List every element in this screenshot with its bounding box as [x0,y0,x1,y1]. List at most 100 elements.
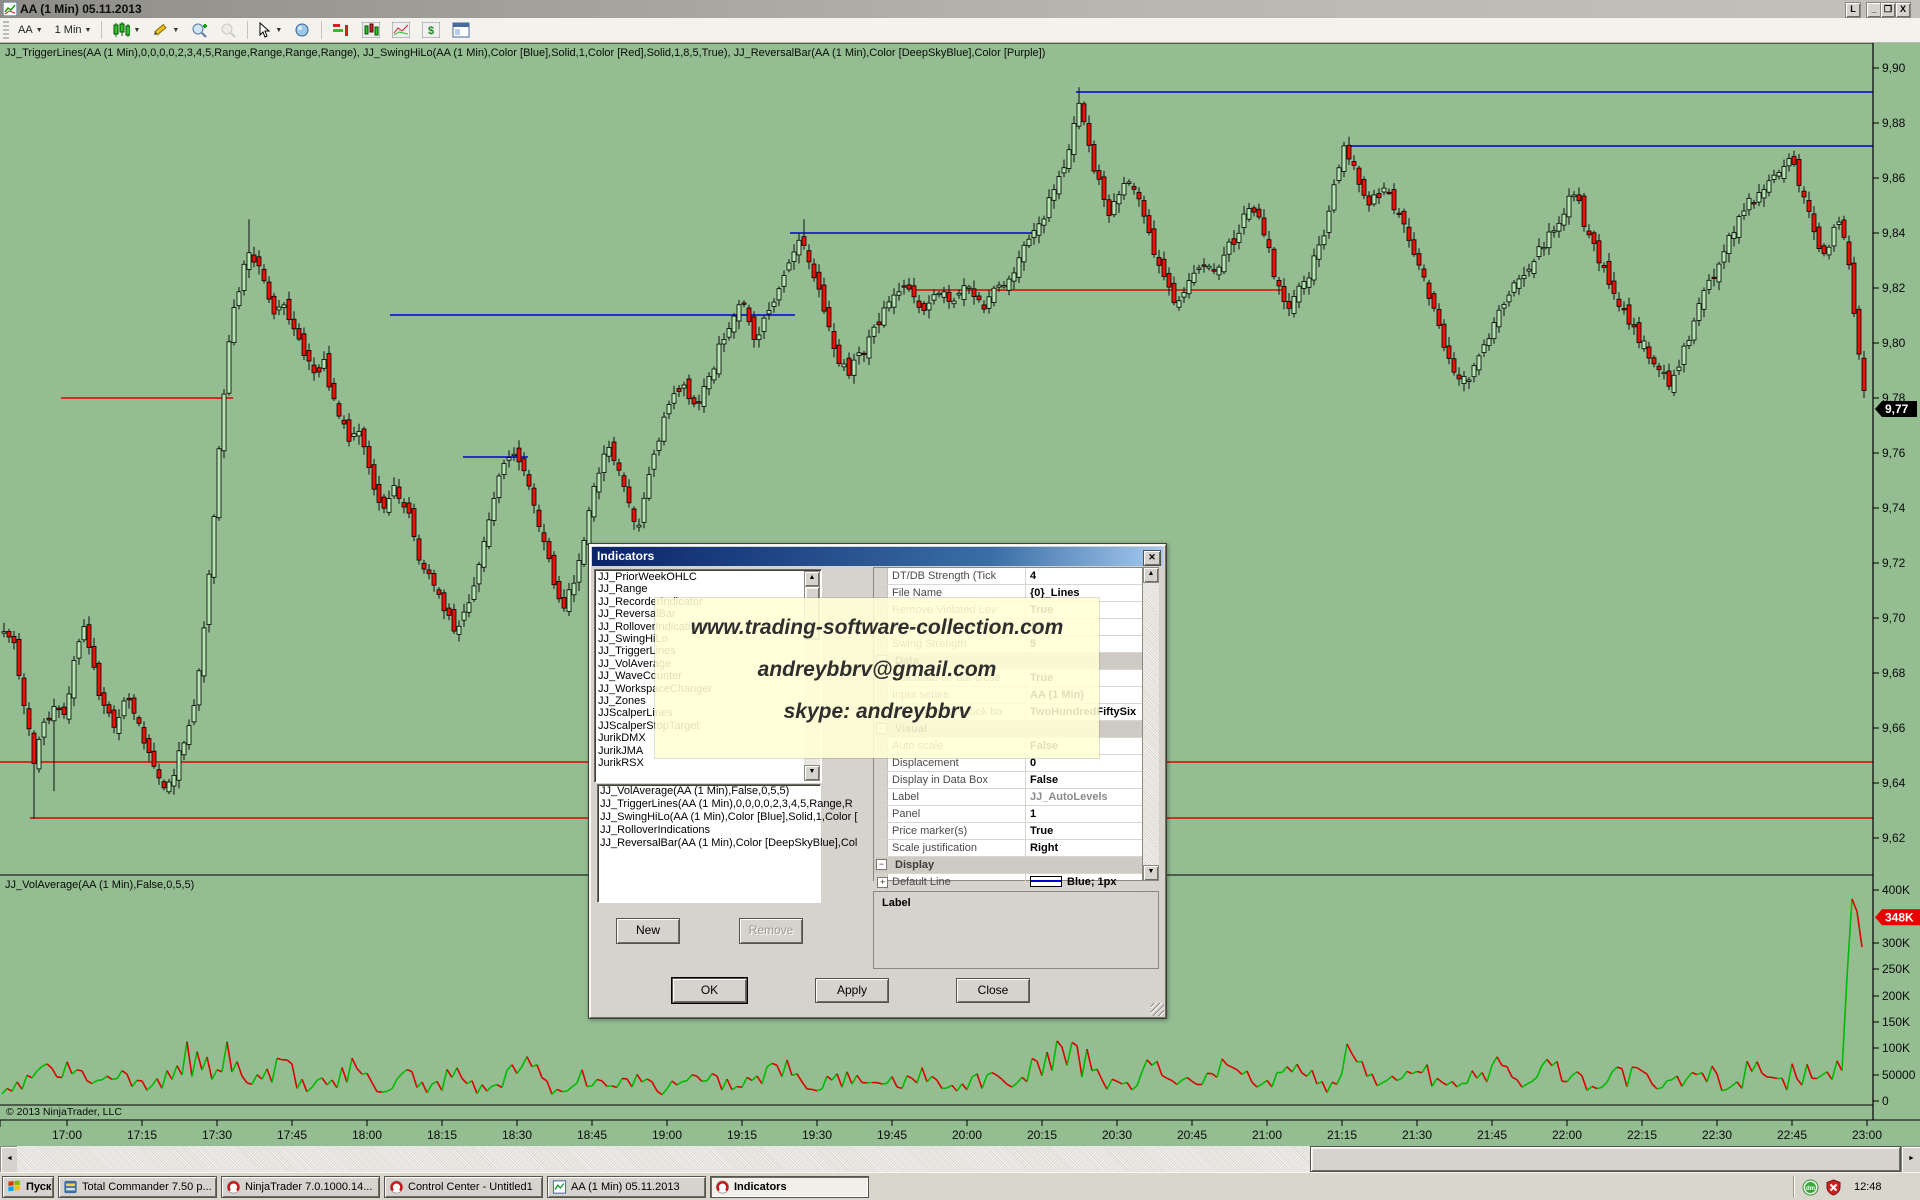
dialog-titlebar[interactable]: Indicators [592,547,1163,566]
line-color-swatch [1030,876,1062,887]
download-master-icon[interactable]: dm [1802,1179,1819,1196]
taskbar-clock: 12:48 [1854,1181,1882,1193]
security-alert-icon[interactable] [1825,1179,1842,1196]
scrollbar-thumb[interactable] [1310,1146,1901,1172]
ninjatrader-icon [226,1180,241,1194]
svg-text:20:45: 20:45 [1177,1128,1207,1142]
instrument-value: AA [18,24,33,36]
configured-indicator-item[interactable]: JJ_VolAverage(AA (1 Min),False,0,5,5) [598,785,820,798]
close-button[interactable]: X [1895,2,1911,18]
start-button[interactable]: Пуск [2,1176,54,1198]
svg-text:$: $ [428,25,434,37]
property-row[interactable]: LabelJJ_AutoLevels [874,789,1142,806]
configured-indicator-item[interactable]: JJ_SwingHiLo(AA (1 Min),Color [Blue],Sol… [598,811,820,824]
taskbar-item-total-commander[interactable]: Total Commander 7.50 p... [58,1176,217,1198]
zoom-in-button[interactable] [186,19,213,41]
close-button[interactable]: Close [956,978,1030,1003]
new-button[interactable]: New [616,918,680,944]
ok-button[interactable]: OK [672,978,747,1003]
scroll-up-icon[interactable]: ▲ [1143,567,1159,583]
instrument-dropdown[interactable]: AA▼ [13,19,48,41]
available-indicator-item[interactable]: JJ_PriorWeekOHLC [596,571,804,583]
configured-indicator-item[interactable]: JJ_RolloverIndications [598,824,820,837]
svg-text:21:45: 21:45 [1477,1128,1507,1142]
svg-text:dm: dm [1806,1186,1815,1192]
svg-text:100K: 100K [1882,1041,1910,1055]
toolbar-separator [247,21,248,39]
dialog-close-icon[interactable]: ✕ [1143,550,1161,566]
svg-text:17:30: 17:30 [202,1128,232,1142]
svg-text:17:00: 17:00 [52,1128,82,1142]
property-row[interactable]: Display in Data BoxFalse [874,772,1142,789]
toolbar-grip[interactable] [3,21,9,39]
chart-style-dropdown[interactable]: ▼ [107,19,145,41]
svg-text:9,70: 9,70 [1882,611,1906,625]
account-button[interactable]: $ [417,19,445,41]
property-row[interactable]: Scale justificationRight [874,840,1142,857]
taskbar-item-ninjatrader[interactable]: NinjaTrader 7.0.1000.14... [221,1176,380,1198]
svg-text:150K: 150K [1882,1015,1910,1029]
svg-text:18:30: 18:30 [502,1128,532,1142]
svg-text:9,64: 9,64 [1882,776,1906,790]
svg-text:348K: 348K [1885,910,1914,924]
taskbar-item-label: Control Center - Untitled1 [408,1181,533,1193]
chevron-down-icon: ▼ [36,27,43,34]
configured-indicators-list[interactable]: JJ_VolAverage(AA (1 Min),False,0,5,5)JJ_… [597,784,821,903]
svg-text:9,88: 9,88 [1882,116,1906,130]
scroll-down-icon[interactable]: ▼ [1143,865,1159,881]
mini-candles-icon [362,22,380,38]
resize-grip[interactable] [1151,1003,1164,1016]
watermark-line: skype: andreybbrv [655,700,1099,724]
draw-tool-dropdown[interactable]: ▼ [147,19,184,41]
expand-icon[interactable]: + [877,877,888,888]
configured-indicator-item[interactable]: JJ_TriggerLines(AA (1 Min),0,0,0,0,2,3,4… [598,798,820,811]
bars-panel-button[interactable] [327,19,355,41]
property-row[interactable]: DT/DB Strength (Tick4 [874,568,1142,585]
volume-panel-label: JJ_VolAverage(AA (1 Min),False,0,5,5) [5,879,194,891]
scrollbar-track[interactable] [17,1146,1310,1172]
link-button[interactable]: L [1845,2,1861,18]
copyright-label: © 2013 NinjaTrader, LLC [6,1106,122,1118]
scroll-up-icon[interactable]: ▲ [804,571,820,587]
scroll-down-icon[interactable]: ▼ [804,765,820,781]
property-help-title: Label [874,892,1158,909]
svg-text:19:00: 19:00 [652,1128,682,1142]
restore-button[interactable]: ❐ [1880,2,1896,18]
property-section-header[interactable]: −Display [874,857,1142,874]
collapse-icon[interactable]: − [876,859,887,870]
svg-text:200K: 200K [1882,989,1910,1003]
configured-indicator-item[interactable]: JJ_ReversalBar(AA (1 Min),Color [DeepSky… [598,837,820,850]
property-row[interactable]: Price marker(s)True [874,823,1142,840]
taskbar-item-control-center[interactable]: Control Center - Untitled1 [384,1176,543,1198]
chevron-down-icon: ▼ [275,27,282,34]
pencil-icon [152,22,169,38]
available-indicator-item[interactable]: JurikRSX [596,757,804,769]
data-box-button[interactable] [289,19,316,41]
dialog-title: Indicators [597,549,654,563]
taskbar-item-label: Indicators [734,1181,787,1193]
interval-dropdown[interactable]: 1 Min▼ [50,19,97,41]
property-grid-scrollbar[interactable]: ▲ ▼ [1143,567,1159,881]
chart-hscrollbar[interactable]: ◄ ► [0,1146,1920,1172]
panel-grid-icon [452,22,470,38]
taskbar-item-indicators[interactable]: Indicators [710,1176,869,1198]
chevron-down-icon: ▼ [133,27,140,34]
taskbar-item-chart[interactable]: AA (1 Min) 05.11.2013 [547,1176,706,1198]
remove-button[interactable]: Remove [739,918,803,944]
apply-button[interactable]: Apply [815,978,889,1003]
property-row[interactable]: Panel1 [874,806,1142,823]
svg-text:20:15: 20:15 [1027,1128,1057,1142]
cursor-dropdown[interactable]: ▼ [253,19,287,41]
svg-text:400K: 400K [1882,883,1910,897]
toolbar-separator [321,21,322,39]
svg-text:20:00: 20:00 [952,1128,982,1142]
chart-window-button[interactable] [357,19,385,41]
available-indicator-item[interactable]: JJ_Range [596,583,804,595]
zoom-out-button[interactable] [215,19,242,41]
property-row[interactable]: +Default LineBlue; 1px [874,874,1142,891]
scroll-right-icon[interactable]: ► [1901,1146,1920,1174]
svg-text:9,82: 9,82 [1882,281,1906,295]
line-chart-button[interactable] [387,19,415,41]
svg-text:9,80: 9,80 [1882,336,1906,350]
properties-button[interactable] [447,19,475,41]
